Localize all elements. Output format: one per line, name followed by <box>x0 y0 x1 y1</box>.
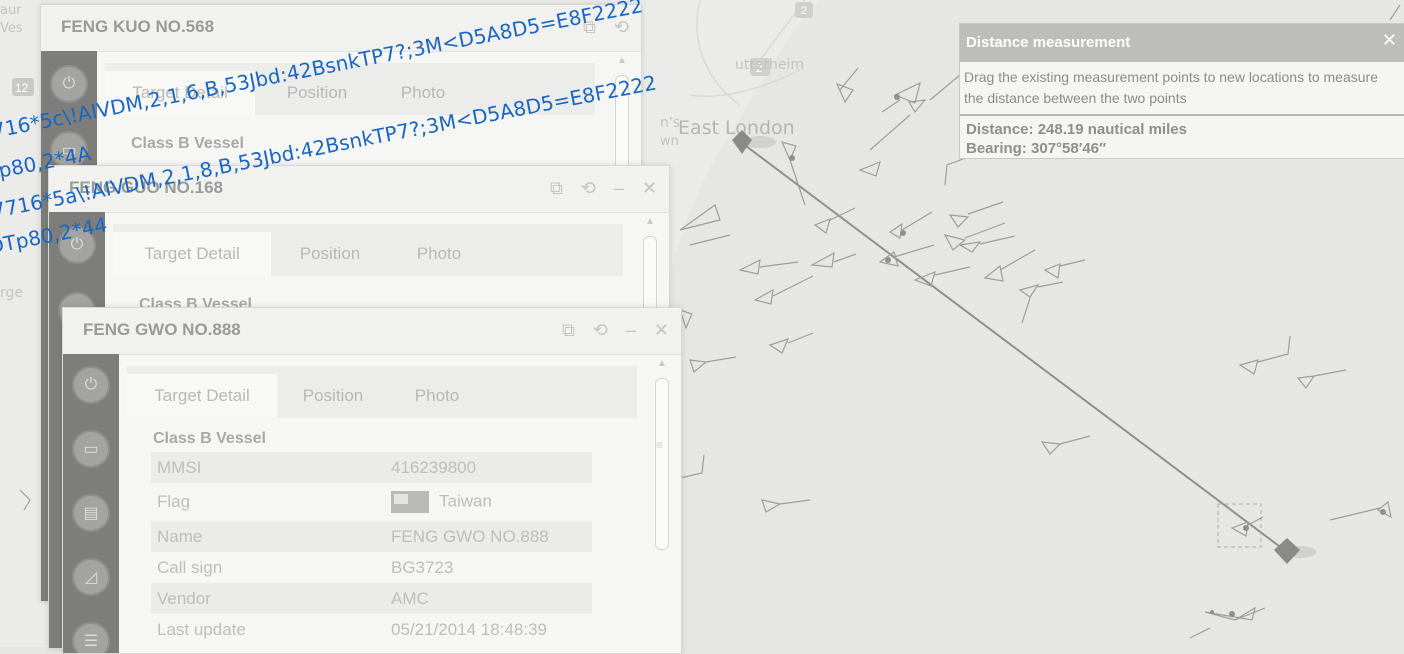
tab-position[interactable]: Position <box>265 71 369 115</box>
tab-target-detail[interactable]: Target Detail <box>105 71 255 115</box>
power-icon[interactable]: ⏻ <box>50 65 88 103</box>
refresh-icon[interactable]: ⟲ <box>593 320 608 340</box>
vessel-window-feng-gwo-888[interactable]: FENG GWO NO.888 ⧉ ⟲ – ✕ ⏻ ▭ ▤ ◿ ☰ Target… <box>62 307 682 654</box>
chart-icon[interactable]: ◿ <box>72 558 110 596</box>
list-icon[interactable]: ☰ <box>72 622 110 653</box>
restore-icon[interactable]: ⧉ <box>562 320 575 340</box>
detail-value: 05/21/2014 18:48:39 <box>391 619 547 639</box>
detail-value: FENG GWO NO.888 <box>391 526 549 546</box>
scroll-up-icon[interactable]: ▲ <box>617 55 627 66</box>
table-row: Flag Taiwan <box>151 483 592 521</box>
power-icon[interactable]: ⏻ <box>58 226 96 264</box>
place-label: Ves <box>0 21 23 36</box>
detail-value: 416239800 <box>391 457 477 477</box>
place-label: utterheim <box>735 57 804 73</box>
refresh-icon[interactable]: ⟲ <box>614 17 629 37</box>
tab-target-detail[interactable]: Target Detail <box>127 374 277 418</box>
minimize-icon[interactable]: – <box>614 178 624 198</box>
window-title: FENG KUO NO.568 <box>61 17 215 36</box>
tab-photo[interactable]: Photo <box>389 232 489 276</box>
detail-label: Name <box>157 526 203 546</box>
card-icon[interactable]: ▭ <box>50 131 88 169</box>
tab-position[interactable]: Position <box>275 232 385 276</box>
close-icon[interactable]: ✕ <box>654 320 669 340</box>
distance-value: Distance: 248.19 nautical miles <box>966 121 1187 138</box>
print-icon[interactable]: ▤ <box>72 494 110 532</box>
detail-value-flag: Taiwan <box>385 483 592 521</box>
close-icon[interactable]: ✕ <box>1382 30 1397 51</box>
card-icon[interactable]: ▭ <box>72 430 110 468</box>
tab-photo[interactable]: Photo <box>389 374 485 418</box>
table-row: Name FENG GWO NO.888 <box>151 521 592 552</box>
detail-label: Vendor <box>157 588 211 608</box>
window-controls: ⧉ ⟲ – ✕ <box>550 178 657 198</box>
window-content: Target Detail Position Photo Class B Ves… <box>127 366 637 653</box>
measurement-result: Distance: 248.19 nautical miles Bearing:… <box>966 120 1187 158</box>
route-label: 12 <box>15 81 29 95</box>
table-row: MMSI 416239800 <box>151 452 592 483</box>
restore-icon[interactable]: ⧉ <box>550 178 563 198</box>
minimize-icon[interactable]: – <box>626 320 636 340</box>
route-label: 2 <box>801 5 807 17</box>
detail-value: Taiwan <box>439 491 492 511</box>
close-icon[interactable]: ✕ <box>642 178 657 198</box>
window-controls: ⧉ ⟲ – ✕ <box>562 320 669 340</box>
divider <box>960 114 1404 116</box>
detail-label: Last update <box>157 619 246 639</box>
window-title: FENG GWO NO.888 <box>83 320 241 339</box>
bearing-value: Bearing: 307°58′46″ <box>966 140 1107 157</box>
place-label: aur <box>0 3 22 18</box>
distance-measurement-panel[interactable]: Distance measurement ✕ Drag the existing… <box>959 23 1404 159</box>
tab-position[interactable]: Position <box>281 374 385 418</box>
window-controls: ⧉ ⟲ <box>583 17 629 37</box>
place-label: n's <box>660 115 680 131</box>
detail-value: BG3723 <box>391 557 454 577</box>
refresh-icon[interactable]: ⟲ <box>581 178 596 198</box>
place-label: rge <box>0 285 23 301</box>
window-titlebar[interactable]: FENG GWO NO.888 ⧉ ⟲ – ✕ <box>63 308 681 355</box>
panel-title: Distance measurement <box>966 34 1131 51</box>
window-title: FENG GUO NO.168 <box>69 178 223 197</box>
tab-bar: Target Detail Position Photo <box>105 63 595 115</box>
tab-target-detail[interactable]: Target Detail <box>113 232 271 276</box>
scroll-up-icon[interactable]: ▲ <box>657 358 667 369</box>
restore-icon[interactable]: ⧉ <box>583 17 596 37</box>
detail-label: Call sign <box>157 557 223 577</box>
power-icon[interactable]: ⏻ <box>72 366 110 404</box>
panel-header[interactable]: Distance measurement ✕ <box>960 24 1404 62</box>
detail-label: MMSI <box>157 457 202 477</box>
scroll-up-icon[interactable]: ▲ <box>645 216 655 227</box>
table-row: Call sign BG3723 <box>151 552 592 583</box>
taiwan-flag-icon <box>391 491 429 513</box>
scroll-grip-icon: ≡ <box>656 438 664 452</box>
detail-value: AMC <box>391 588 429 608</box>
window-titlebar[interactable]: FENG GUO NO.168 ⧉ ⟲ – ✕ <box>49 166 669 213</box>
scrollbar[interactable]: ▲ ≡ <box>655 358 669 653</box>
table-row: Vendor AMC <box>151 583 592 614</box>
vessel-class-label: Class B Vessel <box>153 430 266 447</box>
scroll-track[interactable] <box>655 378 669 550</box>
panel-description: Drag the existing measurement points to … <box>964 69 1378 106</box>
window-titlebar[interactable]: FENG KUO NO.568 ⧉ ⟲ <box>41 5 641 52</box>
tab-bar: Target Detail Position Photo <box>113 224 623 276</box>
place-label: wn <box>660 134 679 149</box>
detail-label: Flag <box>157 492 191 511</box>
vessel-detail-table: MMSI 416239800 Flag Taiwan Name FENG GWO… <box>151 452 592 645</box>
table-row: Last update 05/21/2014 18:48:39 <box>151 614 592 645</box>
tab-bar: Target Detail Position Photo <box>127 366 637 418</box>
window-sidebar: ⏻ ▭ ▤ ◿ ☰ <box>63 354 119 653</box>
vessel-class-label: Class B Vessel <box>131 135 244 152</box>
tab-photo[interactable]: Photo <box>373 71 473 115</box>
